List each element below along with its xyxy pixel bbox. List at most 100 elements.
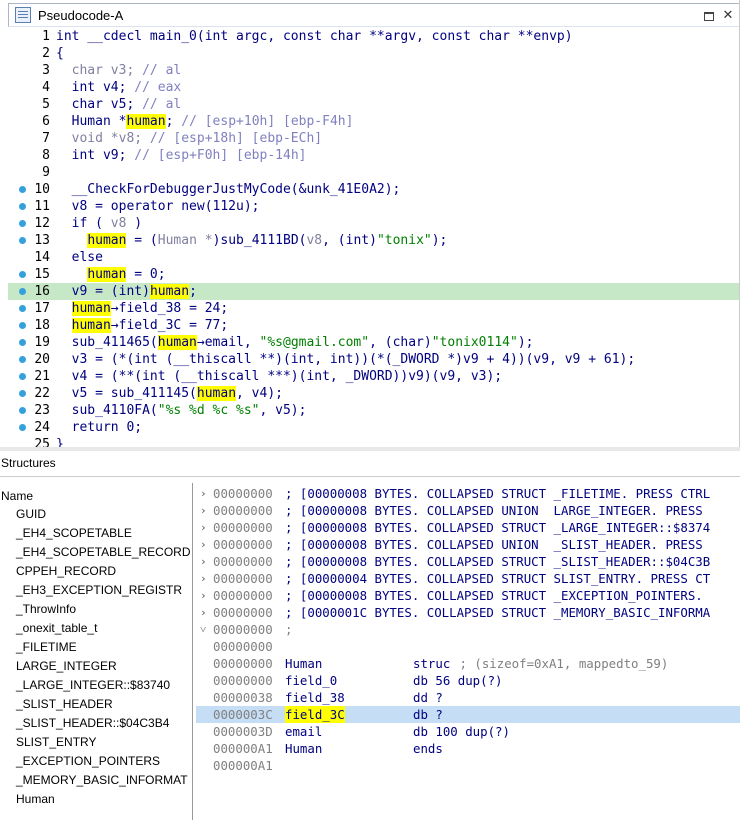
line-number: 4: [42, 80, 50, 95]
breakpoint-dot-icon[interactable]: [19, 271, 26, 278]
collapsed-struct-row[interactable]: › 00000000 ; [00000008 BYTES. COLLAPSED UN…: [196, 536, 740, 553]
code-line[interactable]: 7 void *v8; // [esp+18h] [ebp-ECh]: [8, 130, 739, 147]
chevron-right-icon[interactable]: ›: [200, 519, 210, 536]
list-item[interactable]: _LARGE_INTEGER::$83740: [0, 676, 192, 695]
list-item[interactable]: Human: [0, 790, 192, 809]
list-item[interactable]: _SLIST_HEADER: [0, 695, 192, 714]
breakpoint-dot-icon[interactable]: [19, 237, 26, 244]
list-item[interactable]: SLIST_ENTRY: [0, 733, 192, 752]
code-line[interactable]: 23 sub_4110FA("%s %d %c %s", v5);: [8, 402, 739, 419]
chevron-right-icon[interactable]: ›: [200, 570, 210, 587]
collapsed-struct-row[interactable]: › 00000000 ; [00000004 BYTES. COLLAPSED ST…: [196, 570, 740, 587]
collapsed-struct-row[interactable]: › 00000000 ; [00000008 BYTES. COLLAPSED ST…: [196, 485, 740, 502]
breakpoint-dot-icon[interactable]: [19, 220, 26, 227]
breakpoint-dot-icon[interactable]: [19, 390, 26, 397]
structure-detail-view[interactable]: › 00000000; [00000008 BYTES. COLLAPSED ST…: [196, 485, 740, 820]
highlighted-identifier[interactable]: human: [71, 301, 111, 316]
struct-field-row[interactable]: 00000000 Human struc ; (sizeof=0xA1, mappe…: [196, 655, 740, 672]
list-item[interactable]: _onexit_table_t: [0, 619, 192, 638]
collapsed-struct-row[interactable]: › 00000000 ; [00000008 BYTES. COLLAPSED ST…: [196, 553, 740, 570]
code-line[interactable]: 8 int v9; // [esp+F0h] [ebp-14h]: [8, 147, 739, 164]
highlighted-identifier[interactable]: human: [149, 284, 190, 299]
collapsed-struct-row[interactable]: › 00000000 ; [00000008 BYTES. COLLAPSED ST…: [196, 519, 740, 536]
field-name[interactable]: email: [285, 723, 322, 740]
code-line[interactable]: 25}: [8, 436, 739, 447]
breakpoint-dot-icon[interactable]: [19, 373, 26, 380]
code-line[interactable]: 2{: [8, 45, 739, 62]
chevron-down-icon[interactable]: ˅: [200, 621, 210, 638]
code-line[interactable]: 20 v3 = (*(int (__thiscall **)(int, int)…: [8, 351, 739, 368]
struct-field-row[interactable]: 000000A1 Human ends: [196, 740, 740, 757]
chevron-right-icon[interactable]: ›: [200, 587, 210, 604]
list-item[interactable]: _MEMORY_BASIC_INFORMAT: [0, 771, 192, 790]
breakpoint-dot-icon[interactable]: [19, 305, 26, 312]
collapsed-struct-row[interactable]: › 00000000 ; [00000008 BYTES. COLLAPSED ST…: [196, 587, 740, 604]
highlighted-identifier[interactable]: human: [87, 267, 127, 282]
breakpoint-dot-icon[interactable]: [19, 288, 26, 295]
code-line[interactable]: 9: [8, 164, 739, 181]
breakpoint-dot-icon[interactable]: [19, 424, 26, 431]
list-column-header[interactable]: Name: [0, 483, 192, 505]
pseudocode-tab[interactable]: Pseudocode-A ✕: [8, 3, 739, 27]
list-item[interactable]: _EH4_SCOPETABLE_RECORD: [0, 543, 192, 562]
code-line[interactable]: 12 if ( v8 ): [8, 215, 739, 232]
code-line[interactable]: 10 __CheckForDebuggerJustMyCode(&unk_41E…: [8, 181, 739, 198]
field-name[interactable]: field_38: [285, 689, 345, 706]
collapsed-struct-row[interactable]: › 00000000 ; [00000008 BYTES. COLLAPSED UN…: [196, 502, 740, 519]
highlighted-identifier[interactable]: human: [126, 114, 166, 129]
code-line[interactable]: 14 else: [8, 249, 739, 266]
list-item[interactable]: LARGE_INTEGER: [0, 657, 192, 676]
code-line[interactable]: 11 v8 = operator new(112u);: [8, 198, 739, 215]
breakpoint-dot-icon[interactable]: [19, 356, 26, 363]
breakpoint-dot-icon[interactable]: [19, 322, 26, 329]
chevron-right-icon[interactable]: ›: [200, 485, 210, 502]
list-item[interactable]: _EXCEPTION_POINTERS: [0, 752, 192, 771]
list-item[interactable]: _EH4_SCOPETABLE: [0, 524, 192, 543]
code-line[interactable]: 4 int v4; // eax: [8, 79, 739, 96]
chevron-right-icon[interactable]: ›: [200, 536, 210, 553]
highlighted-identifier[interactable]: human: [196, 386, 237, 401]
field-name[interactable]: field_0: [285, 672, 337, 689]
code-line[interactable]: 16 v9 = (int)human;: [8, 283, 739, 300]
code-line[interactable]: 5 char v5; // al: [8, 96, 739, 113]
highlighted-identifier[interactable]: human: [71, 318, 111, 333]
chevron-right-icon[interactable]: ›: [200, 604, 210, 621]
code-line[interactable]: 24 return 0;: [8, 419, 739, 436]
list-item[interactable]: CPPEH_RECORD: [0, 562, 192, 581]
close-icon[interactable]: ✕: [720, 8, 736, 24]
breakpoint-dot-icon[interactable]: [19, 186, 26, 193]
highlighted-identifier[interactable]: human: [87, 233, 127, 248]
code-line[interactable]: 21 v4 = (**(int (__thiscall ***)(int, _D…: [8, 368, 739, 385]
code-line[interactable]: 3 char v3; // al: [8, 62, 739, 79]
list-item[interactable]: _ThrowInfo: [0, 600, 192, 619]
breakpoint-dot-icon[interactable]: [19, 203, 26, 210]
chevron-right-icon[interactable]: ›: [200, 502, 210, 519]
code-line[interactable]: 15 human = 0;: [8, 266, 739, 283]
struct-field-row[interactable]: 0000003D email db 100 dup(?): [196, 723, 740, 740]
field-name[interactable]: Human: [285, 740, 322, 757]
code-line[interactable]: 19 sub_411465(human→email, "%s@gmail.com…: [8, 334, 739, 351]
code-line[interactable]: 18 human→field_3C = 77;: [8, 317, 739, 334]
struct-field-row[interactable]: 00000038 field_38 dd ?: [196, 689, 740, 706]
list-item[interactable]: GUID: [0, 505, 192, 524]
maximize-icon[interactable]: [701, 8, 717, 24]
code-line[interactable]: 6 Human *human; // [esp+10h] [ebp-F4h]: [8, 113, 739, 130]
breakpoint-dot-icon[interactable]: [19, 339, 26, 346]
code-view[interactable]: 1 int __cdecl main_0(int argc, const char…: [8, 28, 739, 447]
code-line[interactable]: 17 human→field_38 = 24;: [8, 300, 739, 317]
struct-field-row[interactable]: 00000000 field_0 db 56 dup(?): [196, 672, 740, 689]
list-item[interactable]: _SLIST_HEADER::$04C3B4: [0, 714, 192, 733]
code-line[interactable]: 1 int __cdecl main_0(int argc, const char…: [8, 28, 739, 45]
highlighted-identifier[interactable]: human: [157, 335, 197, 350]
chevron-right-icon[interactable]: ›: [200, 553, 210, 570]
expanded-struct-row[interactable]: ˅ 00000000;: [196, 621, 740, 638]
code-line[interactable]: 22 v5 = sub_411145(human, v4);: [8, 385, 739, 402]
breakpoint-dot-icon[interactable]: [19, 407, 26, 414]
code-line[interactable]: 13 human = (Human *)sub_4111BD(v8, (int)…: [8, 232, 739, 249]
struct-field-row[interactable]: 0000003C field_3C db ?: [196, 706, 740, 723]
list-item[interactable]: _EH3_EXCEPTION_REGISTR: [0, 581, 192, 600]
list-item[interactable]: _FILETIME: [0, 638, 192, 657]
field-name[interactable]: field_3C: [285, 706, 345, 723]
collapsed-struct-row[interactable]: › 00000000 ; [0000001C BYTES. COLLAPSED ST…: [196, 604, 740, 621]
field-name[interactable]: Human: [285, 655, 322, 672]
